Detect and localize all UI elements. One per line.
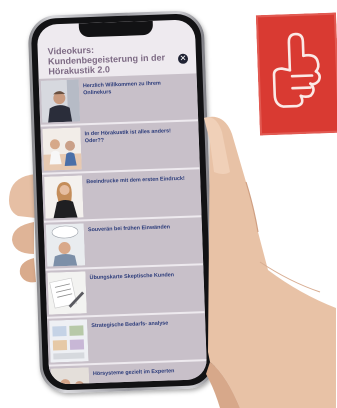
thinking-man-thumbnail (45, 223, 86, 267)
lesson-title: Herzlich Willkommen zu Ihrem Onlinekurs (82, 80, 161, 96)
exercise-card-thumbnail (47, 271, 87, 315)
photo-scene: Videokurs: Kundenbegeisterung in der Hör… (0, 0, 337, 408)
course-title: Videokurs: Kundenbegeisterung in der Hör… (47, 44, 166, 77)
consultation-thumbnail (42, 127, 82, 171)
close-icon: ✕ (179, 53, 187, 63)
phone-notch (78, 20, 154, 38)
thumbs-up-icon (272, 32, 322, 108)
analysis-thumbnail (49, 319, 89, 363)
right-hand (204, 116, 336, 408)
expert-thumbnail (50, 367, 91, 385)
close-button[interactable]: ✕ (177, 53, 189, 64)
presenter-thumbnail (40, 79, 81, 123)
woman-thumbnail (44, 175, 84, 219)
